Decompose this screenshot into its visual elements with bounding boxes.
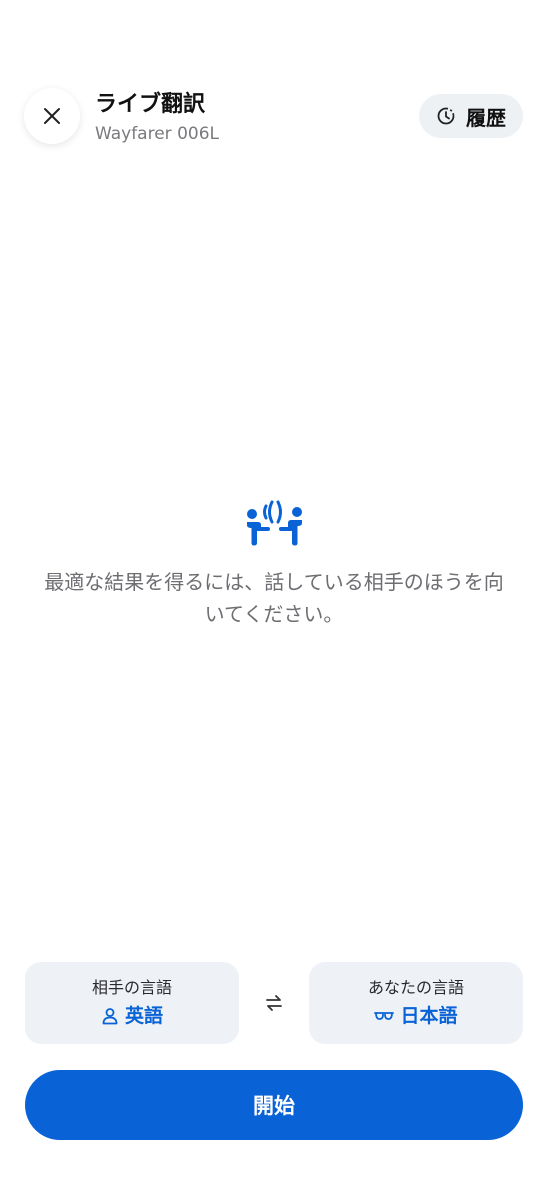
device-name: Wayfarer 006L xyxy=(95,124,219,144)
person-icon xyxy=(102,1008,118,1025)
your-language-value-row: 日本語 xyxy=(374,1003,458,1029)
page-title: ライブ翻訳 xyxy=(95,92,206,117)
live-translation-screen: ライブ翻訳 Wayfarer 006L 履歴 最適な結果を得るには、話している相… xyxy=(0,0,548,1200)
close-button[interactable] xyxy=(24,88,80,144)
other-language-caption: 相手の言語 xyxy=(91,978,172,997)
other-language-value: 英語 xyxy=(124,1005,163,1027)
close-icon xyxy=(44,108,60,124)
start-button[interactable]: 開始 xyxy=(25,1070,523,1140)
conversation-people-icon xyxy=(247,500,302,546)
history-clock-icon xyxy=(437,107,455,125)
your-language-caption: あなたの言語 xyxy=(367,978,464,997)
other-language-selector[interactable]: 相手の言語 英語 xyxy=(25,962,239,1044)
history-label: 履歴 xyxy=(466,105,506,130)
glasses-icon xyxy=(374,1012,395,1020)
swap-arrows-icon[interactable] xyxy=(264,993,284,1013)
other-language-value-row: 英語 xyxy=(101,1003,163,1029)
your-language-selector[interactable]: あなたの言語 日本語 xyxy=(309,962,523,1044)
header-title-block: ライブ翻訳 Wayfarer 006L xyxy=(95,90,219,146)
your-language-value: 日本語 xyxy=(400,1005,458,1027)
history-button[interactable]: 履歴 xyxy=(419,94,523,138)
orientation-hint: 最適な結果を得るには、話している相手のほうを向いてください。 xyxy=(44,570,504,626)
